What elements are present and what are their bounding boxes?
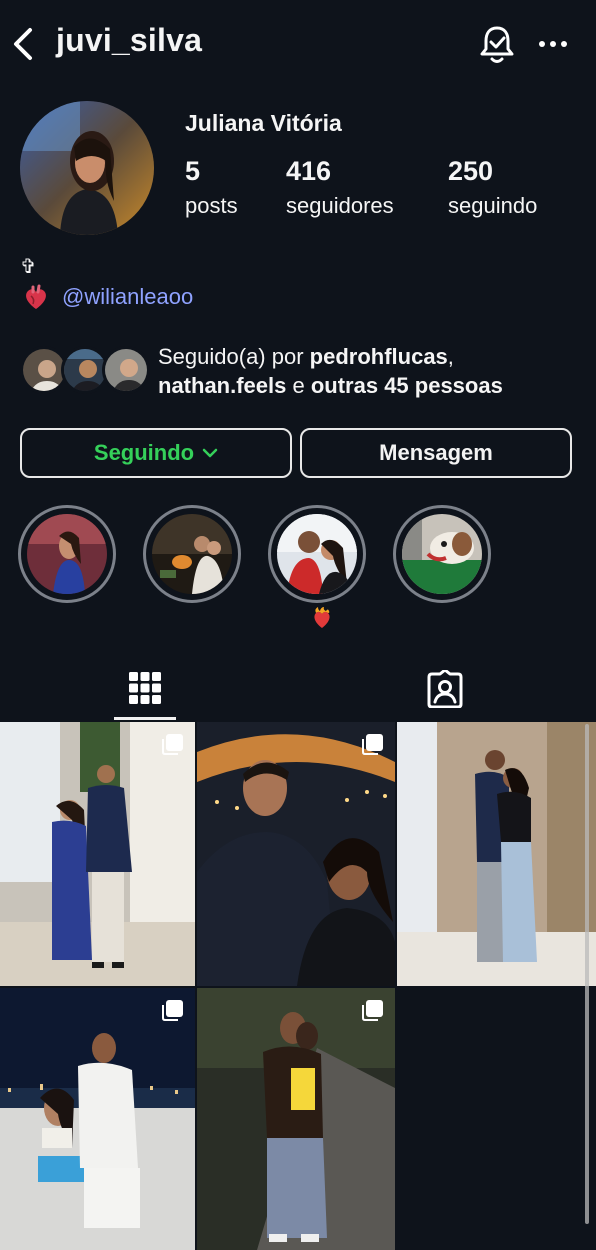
- carousel-icon: [162, 1000, 183, 1021]
- followers-stat[interactable]: 416 seguidores: [286, 156, 394, 219]
- carousel-icon: [362, 1000, 383, 1021]
- anatomical-heart-icon: [26, 284, 46, 309]
- post-thumbnail[interactable]: [197, 988, 395, 1250]
- posts-grid: [0, 722, 596, 1250]
- profile-display-name: Juliana Vitória: [185, 110, 342, 136]
- followed-by-row[interactable]: Seguido(a) por pedrohflucas, nathan.feels…: [20, 340, 580, 400]
- tagged-person-icon[interactable]: [426, 670, 464, 708]
- chevron-down-icon: [202, 448, 218, 458]
- following-label: seguindo: [448, 193, 538, 218]
- post-thumbnail[interactable]: [0, 722, 195, 986]
- story-highlight[interactable]: [268, 505, 366, 603]
- active-tab-indicator: [114, 717, 176, 720]
- message-button-label: Mensagem: [379, 440, 493, 465]
- following-stat[interactable]: 250 seguindo: [448, 156, 537, 219]
- more-horizontal-icon[interactable]: [536, 30, 570, 58]
- bio-mention-link[interactable]: @wilianleaoo: [62, 284, 193, 310]
- post-thumbnail[interactable]: [397, 722, 596, 986]
- bio-mention-line: @wilianleaoo: [22, 282, 193, 312]
- followed-by-prefix: Seguido(a) por: [158, 344, 310, 369]
- following-button-label: Seguindo: [93, 440, 195, 465]
- posts-label: posts: [185, 193, 238, 218]
- chevron-left-icon[interactable]: [6, 24, 40, 64]
- followed-by-text: Seguido(a) por pedrohflucas, nathan.feels…: [158, 342, 588, 400]
- carousel-icon: [362, 734, 383, 755]
- posts-count: 5: [185, 156, 201, 186]
- story-highlight[interactable]: [18, 505, 116, 603]
- bio-cross: ✞: [20, 256, 37, 278]
- followed-by-comma: ,: [447, 344, 454, 369]
- following-button[interactable]: Seguindo: [20, 428, 292, 478]
- followed-by-middle: e: [286, 373, 311, 398]
- following-count: 250: [448, 156, 494, 186]
- followed-by-user2[interactable]: nathan.feels: [158, 373, 286, 398]
- profile-avatar[interactable]: [20, 101, 154, 235]
- carousel-icon: [162, 734, 183, 755]
- posts-stat[interactable]: 5 posts: [185, 156, 238, 219]
- scrollbar[interactable]: [585, 724, 589, 1224]
- post-thumbnail[interactable]: [197, 722, 395, 986]
- story-highlight[interactable]: [143, 505, 241, 603]
- post-thumbnail[interactable]: [0, 988, 195, 1250]
- message-button[interactable]: Mensagem: [300, 428, 572, 478]
- story-highlight[interactable]: [393, 505, 491, 603]
- heart-on-fire-icon: [314, 607, 330, 628]
- follower-avatar: [102, 346, 150, 394]
- grid-icon[interactable]: [128, 670, 162, 706]
- followed-by-user1[interactable]: pedrohflucas: [310, 344, 448, 369]
- bell-check-icon[interactable]: [478, 24, 516, 64]
- followers-label: seguidores: [286, 193, 394, 218]
- profile-tabs: [0, 658, 596, 722]
- profile-username: juvi_silva: [56, 22, 203, 58]
- followers-count: 416: [286, 156, 332, 186]
- top-bar: juvi_silva: [0, 0, 596, 88]
- followed-by-others[interactable]: outras 45 pessoas: [311, 373, 503, 398]
